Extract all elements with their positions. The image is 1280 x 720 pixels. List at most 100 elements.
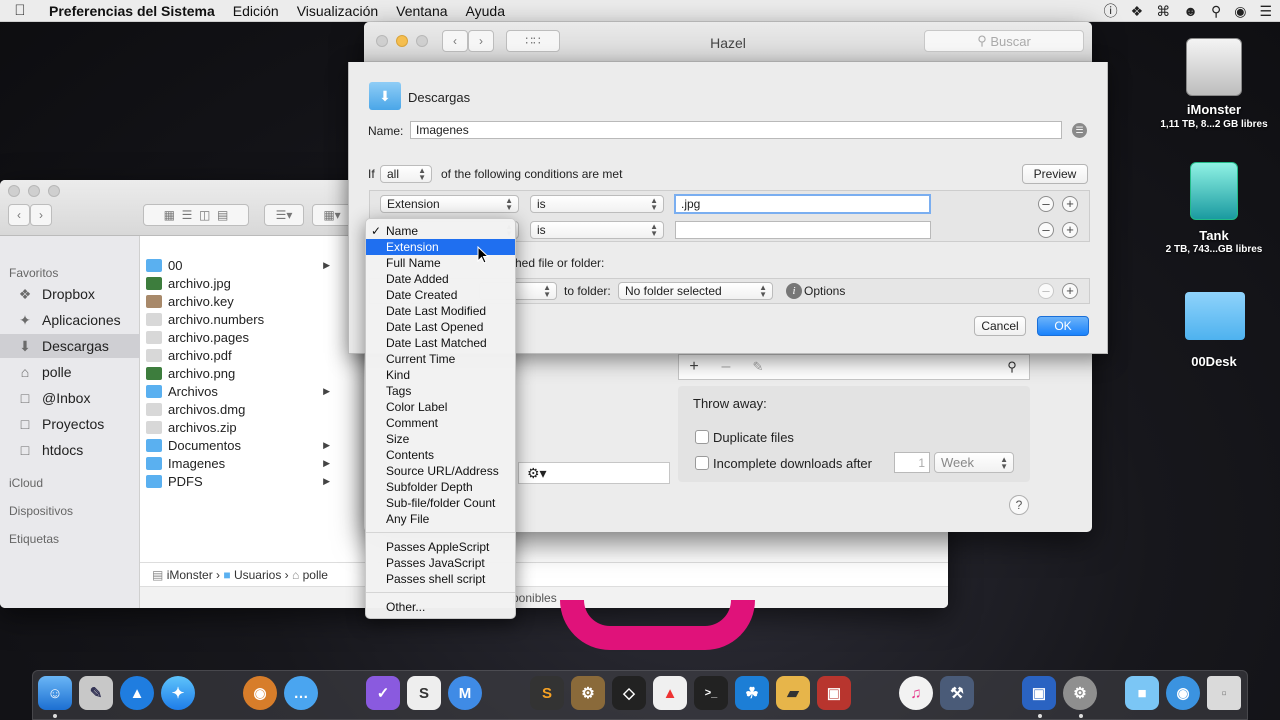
condition-value-input[interactable]: .jpg	[674, 194, 931, 214]
finder-icon[interactable]: ☺	[38, 676, 72, 710]
file-row[interactable]: archivo.key	[146, 292, 336, 310]
menu-item[interactable]: Passes JavaScript	[366, 555, 515, 571]
tweetbot-icon[interactable]: ◉	[243, 676, 277, 710]
incomplete-unit-popup[interactable]: Week ▲ ▼	[934, 452, 1014, 473]
file-row[interactable]: archivo.numbers	[146, 310, 336, 328]
drive-icon[interactable]	[1186, 38, 1242, 96]
menu-view[interactable]: Visualización	[288, 3, 387, 19]
downloads-stack-icon[interactable]: ◉	[1166, 676, 1200, 710]
search-field[interactable]: ⚲ Buscar	[924, 30, 1084, 52]
add-condition-button[interactable]: +	[1062, 196, 1078, 212]
file-row[interactable]: Documentos ▶	[146, 436, 336, 454]
file-row[interactable]: Imagenes ▶	[146, 454, 336, 472]
photo-booth-icon[interactable]: ▣	[817, 676, 851, 710]
menu-item[interactable]: Contents	[366, 447, 515, 463]
scrivener-icon[interactable]: S	[407, 676, 441, 710]
view-mode-segment[interactable]: ▦ ☰ ◫ ▤	[143, 204, 249, 226]
sidebar-item-descargas[interactable]: ⬇ Descargas	[0, 334, 140, 358]
file-row[interactable]: archivo.png	[146, 364, 336, 382]
menu-edit[interactable]: Edición	[224, 3, 288, 19]
drive-icon[interactable]	[1190, 162, 1238, 220]
color-picker-icon[interactable]: ▲	[653, 676, 687, 710]
menu-item[interactable]: Source URL/Address	[366, 463, 515, 479]
options-label[interactable]: Options	[804, 284, 845, 298]
search-icon[interactable]: ⚲	[1211, 3, 1221, 20]
ok-button[interactable]: OK	[1037, 316, 1089, 336]
sidebar-item-aplicaciones[interactable]: ✦ Aplicaciones	[0, 308, 140, 332]
path-item[interactable]: polle	[303, 568, 328, 582]
help-icon[interactable]: ?	[1009, 495, 1029, 515]
zoom-button[interactable]	[48, 185, 60, 197]
edit-icon[interactable]: ✎	[743, 355, 773, 379]
file-row[interactable]: archivo.jpg	[146, 274, 336, 292]
menu-item[interactable]: Size	[366, 431, 515, 447]
file-row[interactable]: Archivos ▶	[146, 382, 336, 400]
safari-icon[interactable]: ✦	[161, 676, 195, 710]
back-icon[interactable]: ‹	[8, 204, 30, 226]
xcode-tools-icon[interactable]: ⚒	[940, 676, 974, 710]
menu-item[interactable]: Any File	[366, 511, 515, 527]
remove-action-button[interactable]: –	[1038, 283, 1054, 299]
menu-item[interactable]: Date Created	[366, 287, 515, 303]
info-icon[interactable]: i	[786, 283, 802, 299]
system-preferences-icon[interactable]: ⚙	[1063, 676, 1097, 710]
menu-item[interactable]: Kind	[366, 367, 515, 383]
menu-item[interactable]: Date Last Opened	[366, 319, 515, 335]
condition-operator-popup-2[interactable]: is ▲ ▼	[530, 221, 664, 239]
add-action-button[interactable]: +	[1062, 283, 1078, 299]
sidebar-item-inbox[interactable]: □ @Inbox	[0, 386, 140, 410]
command-icon[interactable]: ⌘	[1156, 3, 1170, 20]
sublime-icon[interactable]: S	[530, 676, 564, 710]
sidebar-item-dropbox[interactable]: ❖ Dropbox	[0, 282, 140, 306]
remove-icon[interactable]: –	[711, 355, 741, 379]
file-row[interactable]: archivos.dmg	[146, 400, 336, 418]
gear-icon[interactable]: ⚙▾	[527, 465, 547, 482]
duplicate-checkbox[interactable]	[695, 430, 709, 444]
tags-header[interactable]: Etiquetas	[9, 532, 59, 546]
file-row[interactable]: archivos.zip	[146, 418, 336, 436]
add-icon[interactable]: +	[679, 355, 709, 379]
messages-icon[interactable]: …	[284, 676, 318, 710]
apple-icon[interactable]: 	[0, 2, 40, 19]
menu-item[interactable]: Extension	[366, 239, 515, 255]
folder-icon[interactable]: ■	[1125, 676, 1159, 710]
incomplete-value-field[interactable]: 1	[894, 452, 930, 473]
status-info-icon[interactable]: ⓘ	[1104, 1, 1118, 21]
path-item[interactable]: iMonster	[167, 568, 213, 582]
condition-attribute-popup[interactable]: Extension ▲ ▼	[380, 195, 519, 213]
menu-item[interactable]: Sub-file/folder Count	[366, 495, 515, 511]
forward-icon[interactable]: ›	[30, 204, 52, 226]
transmit-icon[interactable]: ▰	[776, 676, 810, 710]
search-icon[interactable]: ⚲	[1001, 355, 1023, 379]
launchpad-icon[interactable]: ▲	[120, 676, 154, 710]
menu-item[interactable]: Comment	[366, 415, 515, 431]
preview-icon[interactable]: ✎	[79, 676, 113, 710]
remove-condition-button[interactable]: –	[1038, 196, 1054, 212]
menu-item[interactable]: Current Time	[366, 351, 515, 367]
itunes-icon[interactable]: ♫	[899, 676, 933, 710]
menu-item[interactable]: Date Last Matched	[366, 335, 515, 351]
markdown-icon[interactable]: M	[448, 676, 482, 710]
wifi-icon[interactable]: ☻	[1183, 3, 1198, 19]
condition-operator-popup[interactable]: is ▲ ▼	[530, 195, 664, 213]
preview-button[interactable]: Preview	[1022, 164, 1088, 184]
things-icon[interactable]: ✓	[366, 676, 400, 710]
sidebar-item-proyectos[interactable]: □ Proyectos	[0, 412, 140, 436]
notification-list-icon[interactable]: ☰	[1259, 3, 1272, 20]
sidebar-item-polle[interactable]: ⌂ polle	[0, 360, 140, 384]
menu-item[interactable]: Passes AppleScript	[366, 539, 515, 555]
action-icon[interactable]: ▦▾	[312, 204, 352, 226]
incomplete-checkbox[interactable]	[695, 456, 709, 470]
automator-icon[interactable]: ⚙	[571, 676, 605, 710]
menu-item[interactable]: Tags	[366, 383, 515, 399]
arrange-icon[interactable]: ☰▾	[264, 204, 304, 226]
dropbox-icon[interactable]: ❖	[1131, 3, 1144, 20]
keynote-icon[interactable]: ▣	[1022, 676, 1056, 710]
menu-item[interactable]: Date Added	[366, 271, 515, 287]
rule-name-input[interactable]: Imagenes	[410, 121, 1062, 139]
folder-icon[interactable]	[1185, 292, 1245, 340]
menu-item[interactable]: Other...	[366, 599, 515, 615]
menu-item[interactable]: ✓ Name	[366, 223, 515, 239]
minimize-button[interactable]	[28, 185, 40, 197]
notes-icon[interactable]: ☰	[1072, 123, 1087, 138]
